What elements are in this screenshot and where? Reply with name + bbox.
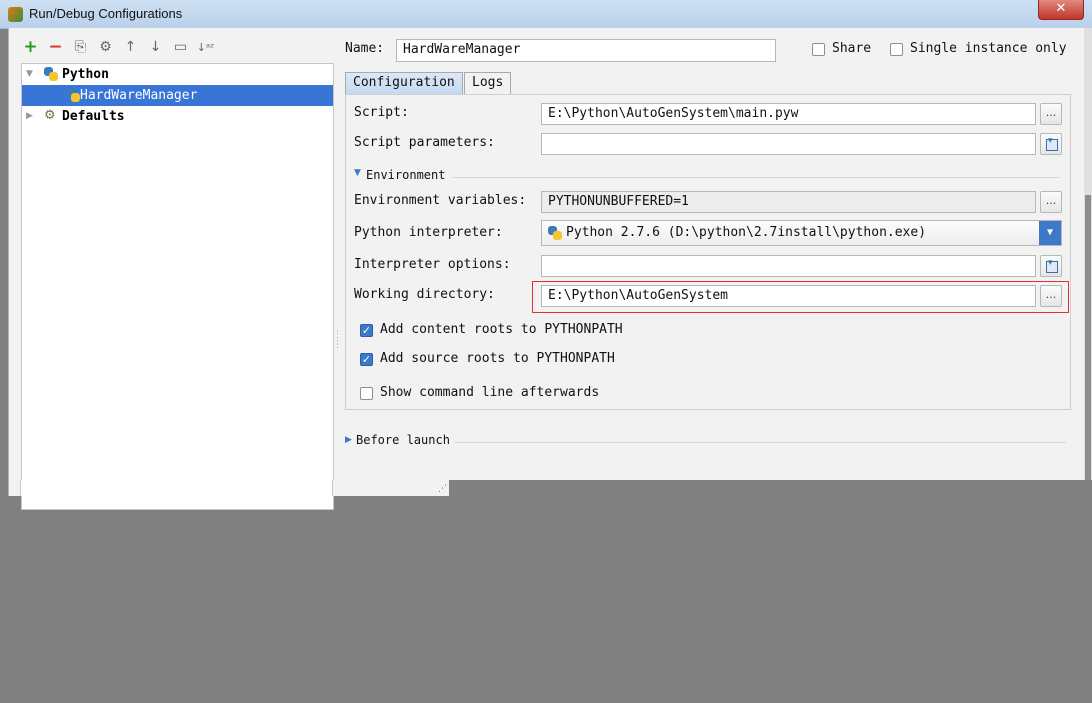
close-button[interactable]: ✕ [1038,0,1084,20]
interp-options-input[interactable] [541,255,1036,277]
name-input[interactable]: HardWareManager [396,39,776,62]
interpreter-label: Python interpreter: [354,225,503,240]
splitter-handle[interactable]: ⋮ ⋮ [333,330,342,350]
interpreter-select[interactable]: Python 2.7.6 (D:\python\2.7install\pytho… [541,220,1062,246]
tab-configuration[interactable]: Configuration [345,72,463,94]
python-icon [44,67,58,81]
edit-defaults-icon[interactable]: ⚙ [96,38,115,57]
resize-grip-icon[interactable]: ⋰ [438,484,447,494]
interpreter-value: Python 2.7.6 (D:\python\2.7install\pytho… [566,225,927,240]
edit-env-vars-button[interactable]: ... [1040,191,1062,213]
tree-item-hardwaremanager[interactable]: HardWareManager [22,85,333,106]
copy-icon[interactable]: ⎘ [71,38,90,57]
add-icon[interactable]: + [21,37,40,57]
content-roots-checkbox[interactable]: ✓ [360,324,373,337]
app-icon [8,7,23,22]
before-launch-expand-icon[interactable]: ▶ [345,435,352,445]
source-roots-checkbox[interactable]: ✓ [360,353,373,366]
script-label: Script: [354,105,409,120]
section-divider [454,442,1066,443]
environment-collapse-icon[interactable]: ▼ [354,168,361,178]
show-cmd-checkbox[interactable] [360,387,373,400]
tree-item-label: Python [62,67,109,82]
chevron-down-icon[interactable]: ▼ [1039,221,1061,245]
sort-icon[interactable]: ↓ᵃᶻ [196,38,215,57]
tree-item-label: Defaults [62,109,125,124]
config-tree: ▼ Python HardWareManager ▶ ⚙ Defaults [21,63,334,510]
tree-bottom [20,480,333,496]
name-label: Name: [345,41,385,56]
expand-arrow-icon[interactable]: ▼ [26,64,33,85]
expand-params-icon[interactable]: ▾ [1040,133,1062,155]
share-checkbox[interactable] [812,43,825,56]
single-instance-checkbox[interactable] [890,43,903,56]
script-params-label: Script parameters: [354,135,495,150]
env-vars-label: Environment variables: [354,193,527,208]
share-label: Share [832,41,872,56]
python-file-icon [66,88,80,102]
interp-options-label: Interpreter options: [354,257,511,272]
folder-icon[interactable]: ▭ [171,38,190,57]
tree-item-python[interactable]: ▼ Python [22,64,333,85]
config-toolbar: + − ⎘ ⚙ ↑ ↓ ▭ ↓ᵃᶻ [21,36,215,58]
script-params-input[interactable] [541,133,1036,155]
content-roots-label: Add content roots to PYTHONPATH [380,322,623,337]
before-launch-label[interactable]: Before launch [356,433,450,447]
collapse-arrow-icon[interactable]: ▶ [26,106,33,127]
script-input[interactable]: E:\Python\AutoGenSystem\main.pyw [541,103,1036,125]
source-roots-label: Add source roots to PYTHONPATH [380,351,615,366]
tree-item-label: HardWareManager [80,88,198,103]
move-up-icon[interactable]: ↑ [121,38,140,57]
highlight-box [532,281,1069,313]
remove-icon[interactable]: − [46,37,65,57]
env-vars-input[interactable]: PYTHONUNBUFFERED=1 [541,191,1036,213]
tab-logs[interactable]: Logs [464,72,512,94]
single-instance-label: Single instance only [910,41,1067,56]
tree-item-defaults[interactable]: ▶ ⚙ Defaults [22,106,333,127]
browse-script-button[interactable]: ... [1040,103,1062,125]
scrollbar-thumb[interactable] [1085,195,1091,480]
title-bar: Run/Debug Configurations ✕ [0,0,1092,29]
window-title: Run/Debug Configurations [29,6,183,21]
working-dir-label: Working directory: [354,287,495,302]
python-icon [548,226,562,240]
environment-section-label: Environment [366,168,446,182]
defaults-icon: ⚙ [44,108,56,123]
move-down-icon[interactable]: ↓ [146,38,165,57]
section-divider [452,177,1060,178]
show-cmd-label: Show command line afterwards [380,385,600,400]
expand-options-icon[interactable]: ▾ [1040,255,1062,277]
